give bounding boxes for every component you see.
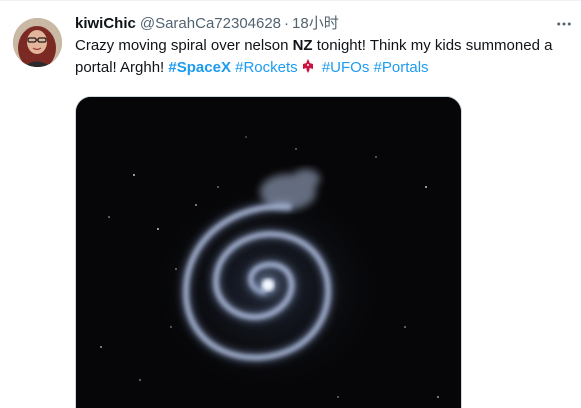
hashtag-portals[interactable]: #Portals	[374, 59, 429, 76]
tweet-text-part1: Crazy moving spiral over nelson	[75, 37, 293, 54]
hashtag-spacex[interactable]: #SpaceX	[168, 59, 231, 76]
user-handle[interactable]: @SarahCa72304628	[140, 13, 281, 35]
tweet-text-bold: NZ	[292, 37, 313, 54]
tweet-content: kiwiChic @SarahCa72304628 · 18小时 Crazy m…	[75, 13, 581, 79]
tweet-header: kiwiChic @SarahCa72304628 · 18小时	[75, 13, 581, 35]
avatar-image	[13, 18, 62, 67]
more-horizontal-icon	[557, 22, 571, 26]
timestamp[interactable]: 18小时	[292, 13, 339, 35]
more-options-button[interactable]	[549, 13, 579, 35]
tweet-text: Crazy moving spiral over nelson NZ tonig…	[75, 35, 565, 79]
tweet-card[interactable]: kiwiChic @SarahCa72304628 · 18小时 Crazy m…	[0, 0, 581, 408]
rockets-logo-icon	[302, 59, 313, 73]
tweet-media[interactable]	[75, 96, 462, 408]
hashtag-rockets[interactable]: #Rockets	[235, 59, 298, 76]
display-name[interactable]: kiwiChic	[75, 13, 136, 35]
separator-dot: ·	[284, 15, 290, 32]
avatar[interactable]	[13, 18, 62, 67]
hashtag-ufos[interactable]: #UFOs	[322, 59, 370, 76]
spiral-photo	[76, 97, 461, 408]
